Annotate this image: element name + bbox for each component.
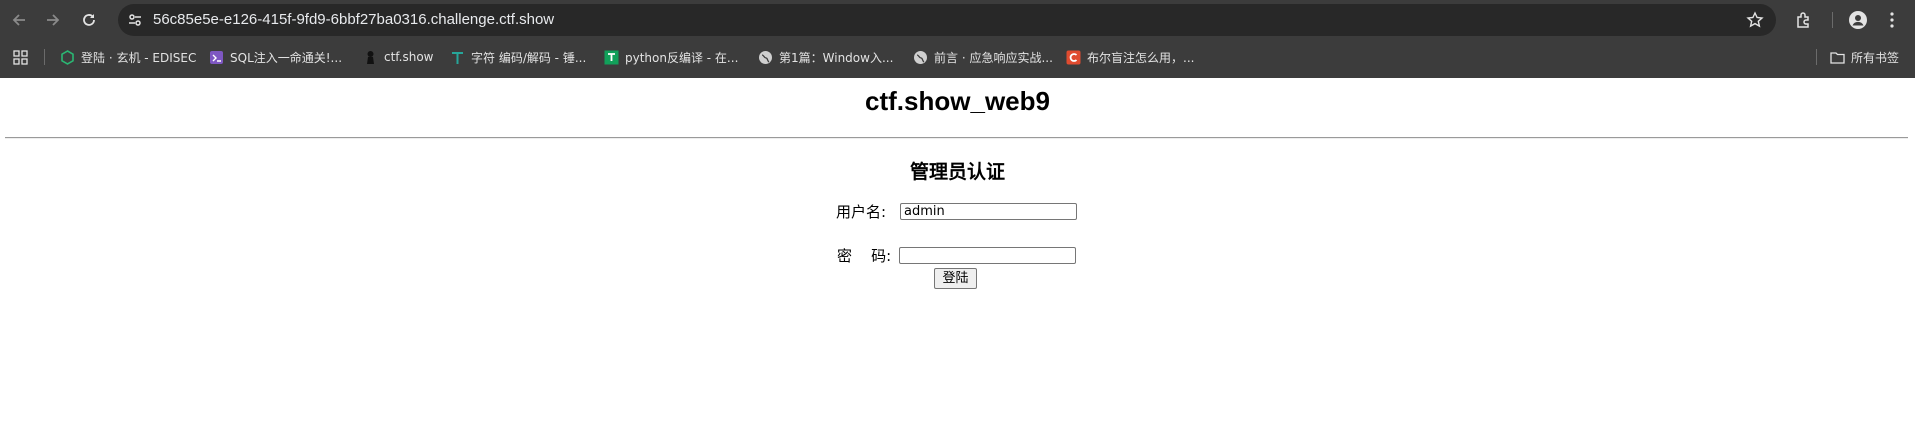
bookmarks-bar: 登陆 · 玄机 - EDISEC SQL注入一命通关!... ctf.show …: [0, 42, 1915, 72]
menu-kebab-icon[interactable]: [1882, 10, 1902, 30]
csdn-icon: [1066, 50, 1081, 65]
password-input[interactable]: [899, 247, 1076, 264]
bookmark-label: 第1篇：Window入...: [779, 50, 894, 65]
page-content: ctf.show_web9 管理员认证 用户名: 密 码: 登陆: [0, 78, 1915, 424]
forward-button[interactable]: [39, 6, 67, 34]
form-heading: 管理员认证: [909, 161, 1005, 183]
password-label: 密 码:: [837, 247, 892, 265]
bookmark-label: ctf.show: [384, 50, 434, 64]
folder-icon: [1830, 50, 1845, 65]
arrow-left-icon: [12, 14, 25, 26]
bookmark-item[interactable]: ctf.show: [363, 47, 433, 67]
address-bar[interactable]: 56c85e5e-e126-415f-9fd9-6bbf27ba0316.cha…: [118, 4, 1776, 36]
horizontal-rule: [5, 137, 1908, 139]
tool-icon: [450, 50, 465, 65]
apps-button[interactable]: [13, 47, 34, 67]
browser-chrome: 56c85e5e-e126-415f-9fd9-6bbf27ba0316.cha…: [0, 0, 1915, 78]
bookmark-label: SQL注入一命通关!...: [230, 50, 343, 65]
toolbar-divider: [1832, 12, 1833, 28]
profile-icon[interactable]: [1848, 10, 1868, 30]
bookmark-label: python反编译 - 在...: [625, 50, 739, 65]
bookmark-label: 前言 · 应急响应实战...: [934, 50, 1053, 65]
ninja-icon: [363, 50, 378, 65]
bookmark-item[interactable]: 登陆 · 玄机 - EDISEC: [60, 47, 196, 67]
url-text[interactable]: 56c85e5e-e126-415f-9fd9-6bbf27ba0316.cha…: [153, 11, 554, 28]
login-button[interactable]: 登陆: [934, 268, 977, 289]
username-input[interactable]: [900, 203, 1077, 220]
arrow-right-icon: [47, 14, 60, 26]
bookmark-label: 字符 编码/解码 - 锤...: [471, 50, 587, 65]
bookmark-item[interactable]: 第1篇：Window入...: [758, 47, 893, 67]
bookmark-item[interactable]: 字符 编码/解码 - 锤...: [450, 47, 586, 67]
extensions-icon[interactable]: [1794, 10, 1814, 30]
bookmark-label: 布尔盲注怎么用，...: [1087, 50, 1195, 65]
globe-icon: [913, 50, 928, 65]
page-title: ctf.show_web9: [865, 86, 1050, 116]
python-icon: [604, 50, 619, 65]
bookmarks-divider: [1816, 49, 1817, 65]
back-button[interactable]: [5, 6, 33, 34]
browser-toolbar: 56c85e5e-e126-415f-9fd9-6bbf27ba0316.cha…: [0, 0, 1915, 40]
bookmark-item[interactable]: 前言 · 应急响应实战...: [913, 47, 1053, 67]
bookmark-label: 登陆 · 玄机 - EDISEC: [81, 50, 197, 65]
reload-button[interactable]: [75, 6, 103, 34]
all-bookmarks-button[interactable]: 所有书签: [1830, 47, 1899, 67]
hexagon-icon: [60, 49, 75, 65]
apps-grid-icon: [13, 49, 28, 65]
bookmarks-divider: [44, 49, 45, 65]
sql-icon: [209, 50, 224, 65]
username-label: 用户名:: [836, 203, 887, 221]
all-bookmarks-label: 所有书签: [1851, 50, 1900, 65]
site-settings-icon[interactable]: [126, 11, 144, 29]
bookmark-item[interactable]: 布尔盲注怎么用，...: [1066, 47, 1194, 67]
reload-icon: [83, 14, 95, 26]
bookmark-star-icon[interactable]: [1746, 11, 1764, 29]
bookmark-item[interactable]: python反编译 - 在...: [604, 47, 738, 67]
bookmark-item[interactable]: SQL注入一命通关!...: [209, 47, 342, 67]
globe-icon: [758, 50, 773, 65]
